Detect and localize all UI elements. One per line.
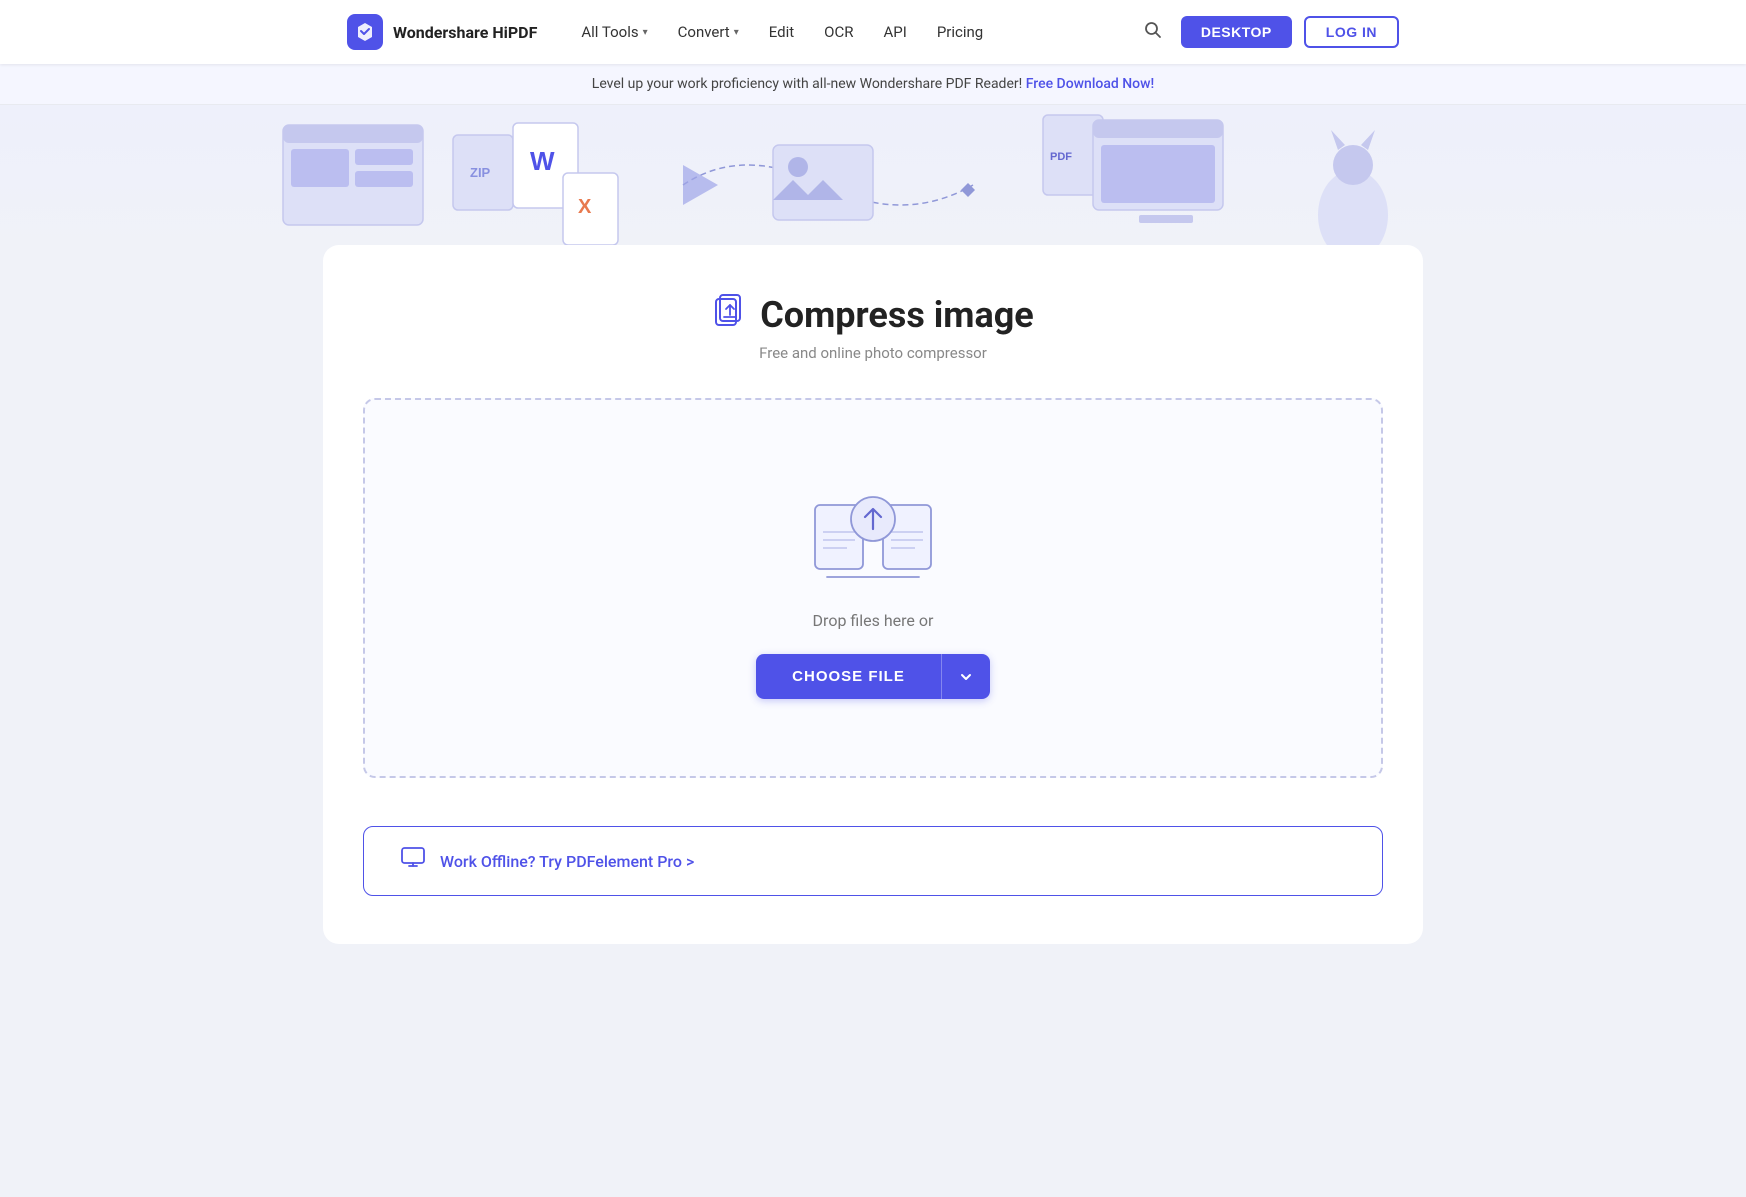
- hero-background: ZIP W X PDF: [0, 105, 1746, 265]
- nav-all-tools[interactable]: All Tools ▾: [569, 17, 659, 47]
- chevron-down-icon: [958, 669, 974, 685]
- upload-icon-area: [803, 477, 943, 587]
- choose-file-button[interactable]: CHOOSE FILE: [756, 654, 941, 699]
- search-button[interactable]: [1137, 14, 1169, 51]
- offline-banner[interactable]: Work Offline? Try PDFelement Pro >: [363, 826, 1383, 896]
- chevron-down-icon: ▾: [734, 27, 739, 38]
- monitor-icon: [400, 845, 426, 877]
- main-content: Compress image Free and online photo com…: [0, 265, 1746, 1004]
- compress-icon: [712, 293, 748, 336]
- choose-file-dropdown-button[interactable]: [941, 654, 990, 699]
- svg-text:X: X: [578, 196, 592, 218]
- tool-title-area: Compress image: [363, 293, 1383, 336]
- nav-ocr[interactable]: OCR: [812, 17, 865, 47]
- logo[interactable]: Wondershare HiPDF: [347, 14, 537, 50]
- nav-convert[interactable]: Convert ▾: [666, 17, 751, 47]
- nav-pricing[interactable]: Pricing: [925, 17, 995, 47]
- search-icon: [1143, 20, 1163, 40]
- tool-card: Compress image Free and online photo com…: [323, 245, 1423, 944]
- brand-name: Wondershare HiPDF: [393, 23, 537, 42]
- drop-zone[interactable]: Drop files here or CHOOSE FILE: [363, 398, 1383, 778]
- tool-subtitle: Free and online photo compressor: [363, 344, 1383, 362]
- login-button[interactable]: LOG IN: [1304, 16, 1399, 48]
- drop-text: Drop files here or: [813, 611, 934, 630]
- promo-banner: Level up your work proficiency with all-…: [0, 64, 1746, 105]
- choose-file-button-group[interactable]: CHOOSE FILE: [756, 654, 990, 699]
- svg-text:W: W: [530, 146, 555, 176]
- navbar: Wondershare HiPDF All Tools ▾ Convert ▾ …: [0, 0, 1746, 64]
- desktop-button[interactable]: DESKTOP: [1181, 16, 1292, 48]
- svg-text:PDF: PDF: [1050, 151, 1072, 163]
- nav-links: All Tools ▾ Convert ▾ Edit OCR API Prici…: [569, 17, 1104, 47]
- svg-text:ZIP: ZIP: [470, 165, 491, 180]
- banner-link[interactable]: Free Download Now!: [1026, 76, 1155, 92]
- offline-text: Work Offline? Try PDFelement Pro >: [440, 852, 694, 871]
- banner-text: Level up your work proficiency with all-…: [592, 76, 1022, 92]
- hero-illustration: ZIP W X PDF: [0, 105, 1746, 265]
- nav-right: DESKTOP LOG IN: [1137, 14, 1399, 51]
- nav-edit[interactable]: Edit: [757, 17, 806, 47]
- nav-api[interactable]: API: [871, 17, 918, 47]
- chevron-down-icon: ▾: [643, 27, 648, 38]
- logo-icon: [347, 14, 383, 50]
- tool-title: Compress image: [760, 294, 1034, 336]
